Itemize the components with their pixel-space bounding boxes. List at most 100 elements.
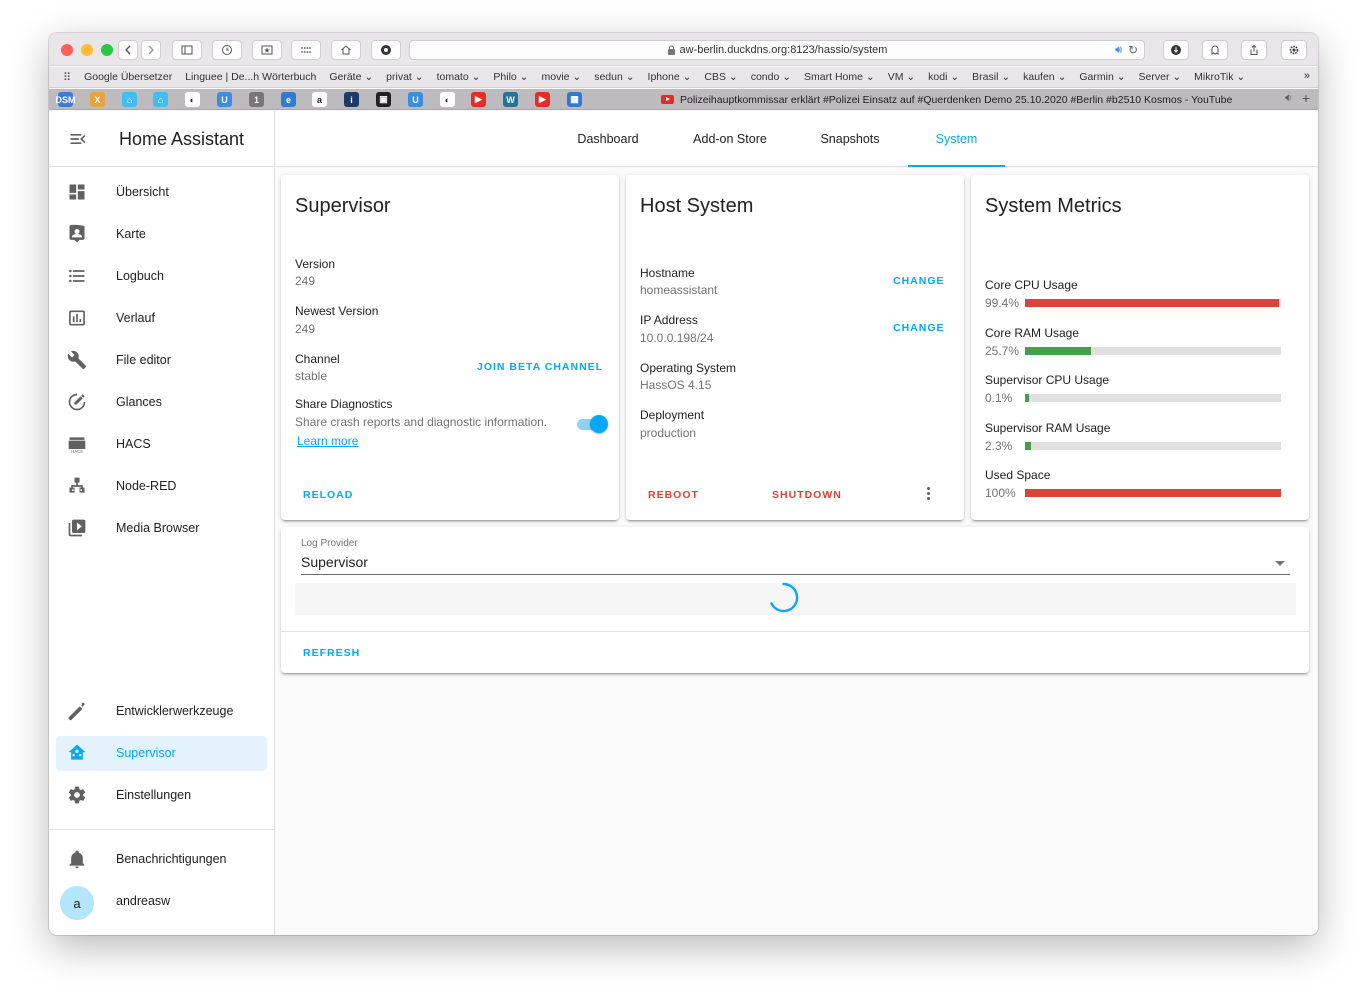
bookmark[interactable]: Linguee | De...h Wörterbuch xyxy=(185,71,316,83)
info-icon[interactable]: i xyxy=(344,92,359,107)
speaker-icon[interactable]: 🔊︎ xyxy=(1115,44,1122,57)
privacy-button[interactable] xyxy=(1202,40,1228,60)
refresh-button[interactable]: Refresh xyxy=(303,647,360,659)
close-window-button[interactable] xyxy=(61,44,73,56)
menu-open-icon[interactable] xyxy=(68,129,88,149)
x-icon[interactable]: X xyxy=(90,92,105,107)
sidebar-item-hacs[interactable]: HACS HACS xyxy=(56,427,267,462)
system-metrics-card: System Metrics Core CPU Usage 99.4% Core R… xyxy=(971,175,1309,520)
sidebar-item-logbuch[interactable]: Logbuch xyxy=(56,259,267,294)
mikrotik-icon[interactable]: ◐ xyxy=(440,92,455,107)
one-icon[interactable]: 1 xyxy=(249,92,264,107)
tab-system[interactable]: System xyxy=(908,111,1005,167)
home-assistant-app: Home Assistant Übersicht Karte Logbuch V… xyxy=(49,111,1318,935)
minimize-window-button[interactable] xyxy=(81,44,93,56)
bookmark[interactable]: privat ⌄ xyxy=(386,71,423,83)
log-provider-label: Log Provider xyxy=(301,538,358,549)
hostname-value: homeassistant xyxy=(640,283,718,297)
new-tab-button[interactable]: + xyxy=(1302,90,1310,106)
change-ip-button[interactable]: Change xyxy=(893,322,945,334)
shutdown-button[interactable]: Shutdown xyxy=(772,489,842,501)
bookmark[interactable]: VM ⌄ xyxy=(888,71,915,83)
sidebar-toggle-button[interactable] xyxy=(172,40,202,60)
downloads-button[interactable] xyxy=(1163,40,1189,60)
sidebar-item-node-red[interactable]: Node-RED xyxy=(56,469,267,504)
amazon-icon[interactable]: a xyxy=(312,92,327,107)
more-vertical-icon[interactable] xyxy=(927,487,931,502)
bookmark[interactable]: tomato ⌄ xyxy=(437,71,481,83)
reload-icon[interactable]: ↻ xyxy=(1128,43,1138,57)
bookmark[interactable]: Iphone ⌄ xyxy=(648,71,692,83)
bookmark[interactable]: Google Übersetzer xyxy=(84,71,172,83)
calendar-icon[interactable]: ▦ xyxy=(567,92,582,107)
forward-button[interactable] xyxy=(141,40,161,60)
sidebar-item-uebersicht[interactable]: Übersicht xyxy=(56,175,267,210)
chevron-double-right-icon[interactable]: » xyxy=(1304,70,1310,82)
reboot-button[interactable]: Reboot xyxy=(648,489,699,501)
bookmark[interactable]: kodi ⌄ xyxy=(928,71,959,83)
settings-button[interactable] xyxy=(1281,40,1307,60)
mikrotik-icon[interactable]: ◐ xyxy=(185,92,200,107)
join-beta-button[interactable]: Join beta channel xyxy=(477,361,603,373)
sidebar-item-karte[interactable]: Karte xyxy=(56,217,267,252)
bookmark[interactable]: Smart Home ⌄ xyxy=(804,71,875,83)
learn-more-link[interactable]: Learn more xyxy=(297,434,358,448)
bookmark[interactable]: Geräte ⌄ xyxy=(329,71,373,83)
u-icon[interactable]: U xyxy=(408,92,423,107)
speaker-icon[interactable]: 🔉︎ xyxy=(1285,92,1292,105)
hammer-icon xyxy=(67,701,87,721)
youtube-icon[interactable]: ▶ xyxy=(535,92,550,107)
bookmark[interactable]: Server ⌄ xyxy=(1139,71,1182,83)
sidebar-item-notifications[interactable]: Benachrichtigungen xyxy=(56,842,267,877)
sidebar-item-verlauf[interactable]: Verlauf xyxy=(56,301,267,336)
u-icon[interactable]: U xyxy=(217,92,232,107)
home-assistant-icon[interactable]: ⌂ xyxy=(122,92,137,107)
metric-label: Supervisor CPU Usage xyxy=(985,373,1110,387)
home-button[interactable] xyxy=(331,40,361,60)
sidebar-item-glances[interactable]: Glances xyxy=(56,385,267,420)
sidebar-item-entwicklerwerkzeuge[interactable]: Entwicklerwerkzeuge xyxy=(56,694,267,729)
tab-snapshots[interactable]: Snapshots xyxy=(806,111,894,167)
bookmark[interactable]: Brasil ⌄ xyxy=(972,71,1010,83)
radio-icon[interactable]: ▣ xyxy=(376,92,391,107)
sidebar-item-file-editor[interactable]: File editor xyxy=(56,343,267,378)
active-tab[interactable]: Polizeihauptkommissar erklärt #Polizei E… xyxy=(645,89,1270,110)
tab-dashboard[interactable]: Dashboard xyxy=(562,111,654,167)
bookmark[interactable]: MikroTik ⌄ xyxy=(1194,71,1245,83)
home-assistant-icon[interactable]: ⌂ xyxy=(153,92,168,107)
apps-grid-button[interactable] xyxy=(291,40,321,60)
card-title: Supervisor xyxy=(295,195,391,217)
bookmark[interactable]: Philo ⌄ xyxy=(493,71,528,83)
address-bar[interactable]: aw-berlin.duckdns.org:8123/hassio/system… xyxy=(409,40,1145,60)
bookmark[interactable]: condo ⌄ xyxy=(751,71,791,83)
edge-icon[interactable]: e xyxy=(281,92,296,107)
grid-icon[interactable]: ⠿ xyxy=(63,71,71,84)
bookmark[interactable]: Garmin ⌄ xyxy=(1079,71,1125,83)
main-content: Dashboard Add-on Store Snapshots System … xyxy=(276,111,1318,935)
bookmark[interactable]: CBS ⌄ xyxy=(704,71,737,83)
zoom-window-button[interactable] xyxy=(101,44,113,56)
reload-button[interactable]: Reload xyxy=(303,489,353,501)
favorites-button[interactable] xyxy=(252,40,282,60)
back-button[interactable] xyxy=(118,40,138,60)
sidebar-item-media-browser[interactable]: Media Browser xyxy=(56,511,267,546)
wordpress-icon[interactable]: W xyxy=(503,92,518,107)
sidebar-item-user[interactable]: andreasw xyxy=(56,884,267,919)
history-button[interactable] xyxy=(212,40,242,60)
bookmark[interactable]: kaufen ⌄ xyxy=(1023,71,1066,83)
youtube-icon[interactable]: ▶ xyxy=(471,92,486,107)
change-hostname-button[interactable]: Change xyxy=(893,275,945,287)
user-name: andreasw xyxy=(116,894,171,908)
ghostery-icon xyxy=(381,45,391,55)
sidebar-item-supervisor[interactable]: Supervisor xyxy=(56,736,267,771)
sidebar-item-einstellungen[interactable]: Einstellungen xyxy=(56,778,267,813)
extension-button[interactable] xyxy=(371,40,401,60)
dsm-icon[interactable]: DSM xyxy=(56,92,76,107)
ghost-icon xyxy=(1211,45,1219,55)
bookmark[interactable]: movie ⌄ xyxy=(541,71,581,83)
download-icon xyxy=(1171,45,1181,55)
tab-add-on-store[interactable]: Add-on Store xyxy=(678,111,782,167)
share-button[interactable] xyxy=(1241,40,1267,60)
share-diagnostics-toggle[interactable] xyxy=(577,415,608,433)
bookmark[interactable]: sedun ⌄ xyxy=(594,71,634,83)
